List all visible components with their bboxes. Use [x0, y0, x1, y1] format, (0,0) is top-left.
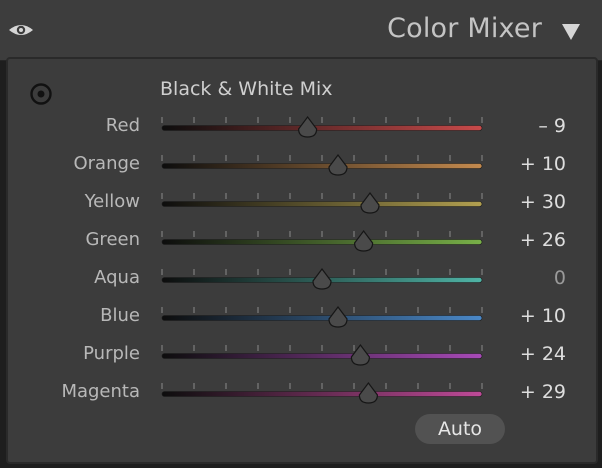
slider-value[interactable]: + 26	[520, 229, 566, 251]
bw-mix-panel: Black & White Mix Red – 9 Orange + 10 Yellow…	[6, 57, 598, 464]
slider-label: Aqua	[94, 267, 140, 288]
slider-track[interactable]	[161, 125, 483, 131]
slider-label: Yellow	[84, 191, 140, 212]
slider-purple[interactable]	[156, 339, 486, 375]
slider-label: Green	[85, 229, 140, 250]
eye-icon[interactable]	[8, 20, 34, 40]
slider-track[interactable]	[161, 163, 483, 169]
slider-label: Blue	[100, 305, 140, 326]
slider-orange[interactable]	[156, 149, 486, 185]
slider-value[interactable]: + 29	[520, 381, 566, 403]
slider-track[interactable]	[161, 353, 483, 359]
slider-row-aqua: Aqua 0	[8, 263, 596, 299]
slider-track[interactable]	[161, 315, 483, 321]
slider-magenta[interactable]	[156, 377, 486, 413]
auto-button[interactable]: Auto	[415, 414, 505, 444]
slider-thumb[interactable]	[353, 230, 374, 252]
slider-value[interactable]: 0	[554, 267, 566, 289]
triangle-down-icon[interactable]	[560, 22, 582, 42]
slider-track[interactable]	[161, 391, 483, 397]
slider-green[interactable]	[156, 225, 486, 261]
slider-track[interactable]	[161, 201, 483, 207]
slider-aqua[interactable]	[156, 263, 486, 299]
slider-thumb[interactable]	[312, 268, 332, 290]
slider-row-blue: Blue + 10	[8, 301, 596, 337]
slider-value[interactable]: + 24	[520, 343, 566, 365]
slider-label: Red	[105, 115, 140, 136]
slider-row-magenta: Magenta + 29	[8, 377, 596, 413]
slider-track[interactable]	[161, 239, 483, 245]
slider-row-yellow: Yellow + 30	[8, 187, 596, 223]
slider-label: Magenta	[61, 381, 140, 402]
slider-thumb[interactable]	[358, 382, 379, 404]
section-title: Black & White Mix	[160, 78, 333, 100]
slider-row-red: Red – 9	[8, 111, 596, 147]
slider-thumb[interactable]	[360, 192, 380, 214]
slider-value[interactable]: – 9	[538, 115, 566, 137]
slider-thumb[interactable]	[328, 306, 348, 328]
slider-value[interactable]: + 10	[520, 153, 566, 175]
slider-yellow[interactable]	[156, 187, 486, 223]
slider-red[interactable]	[156, 111, 486, 147]
slider-value[interactable]: + 30	[520, 191, 566, 213]
slider-value[interactable]: + 10	[520, 305, 566, 327]
panel-header[interactable]: Color Mixer	[0, 0, 602, 61]
slider-row-purple: Purple + 24	[8, 339, 596, 375]
slider-thumb[interactable]	[297, 116, 318, 138]
panel-title: Color Mixer	[387, 13, 542, 44]
target-adjustment-icon[interactable]	[28, 81, 54, 107]
slider-blue[interactable]	[156, 301, 486, 337]
slider-label: Orange	[73, 153, 140, 174]
slider-row-orange: Orange + 10	[8, 149, 596, 185]
slider-row-green: Green + 26	[8, 225, 596, 261]
slider-label: Purple	[83, 343, 140, 364]
slider-thumb[interactable]	[328, 154, 348, 176]
